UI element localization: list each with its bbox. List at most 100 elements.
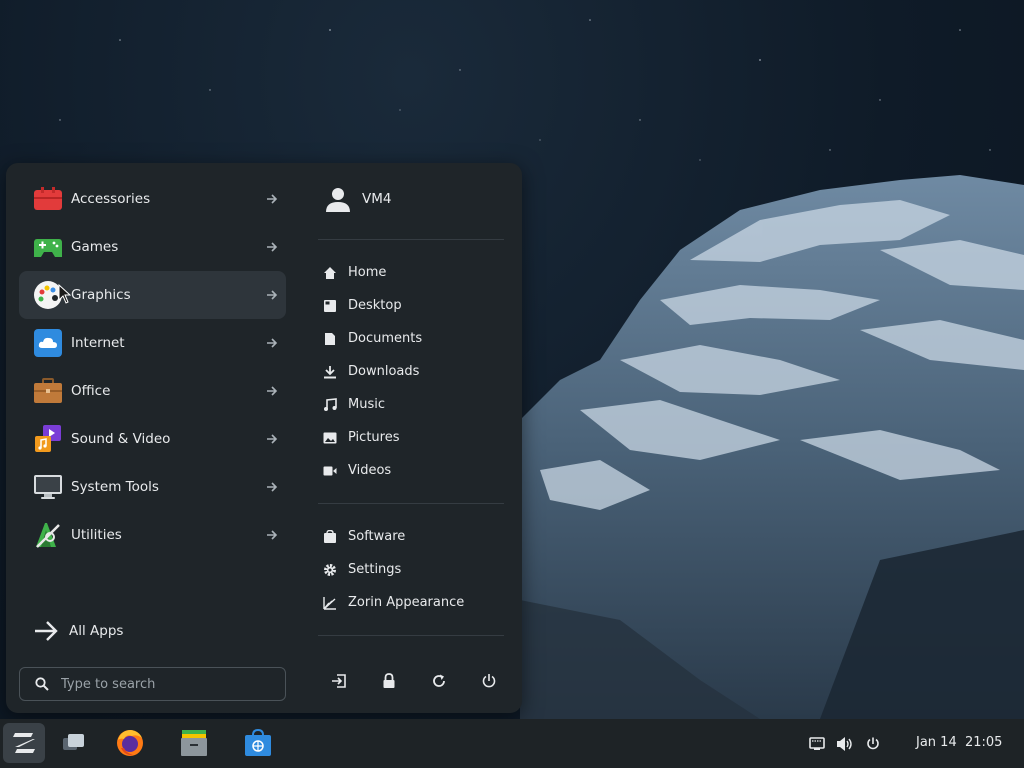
place-label: Music <box>348 397 385 412</box>
workspaces-icon <box>63 734 84 750</box>
picture-icon <box>322 430 338 446</box>
files-button[interactable] <box>177 723 211 763</box>
user-account[interactable]: VM4 <box>324 185 391 213</box>
arrow-right-icon <box>267 242 278 252</box>
volume-button[interactable] <box>836 735 854 753</box>
system-settings[interactable]: Settings <box>318 553 508 586</box>
restart-button[interactable] <box>427 669 451 693</box>
monitor-icon <box>33 472 63 502</box>
user-icon <box>326 188 350 212</box>
divider <box>318 239 504 240</box>
download-icon <box>322 364 338 380</box>
power-icon <box>867 737 879 750</box>
category-system-tools[interactable]: System Tools <box>19 463 286 511</box>
arrow-right-icon <box>267 434 278 444</box>
media-icon <box>33 424 63 454</box>
category-label: Internet <box>71 335 125 351</box>
category-label: Accessories <box>71 191 151 207</box>
shutdown-button[interactable] <box>477 669 501 693</box>
software-store-icon <box>245 729 271 756</box>
power-menu-button[interactable] <box>864 735 882 753</box>
system-label: Zorin Appearance <box>348 595 465 610</box>
place-desktop[interactable]: Desktop <box>318 289 508 322</box>
logout-icon <box>332 674 346 688</box>
gear-icon <box>322 562 338 578</box>
search-input[interactable] <box>61 676 261 692</box>
place-label: Home <box>348 265 387 280</box>
software-store-button[interactable] <box>241 723 275 763</box>
lock-icon <box>383 673 395 688</box>
divider <box>318 503 504 504</box>
category-accessories[interactable]: Accessories <box>19 175 286 223</box>
home-icon <box>322 265 338 281</box>
category-label: Office <box>71 383 111 399</box>
place-home[interactable]: Home <box>318 256 508 289</box>
arrow-right-icon <box>267 530 278 540</box>
category-label: Graphics <box>71 287 131 303</box>
place-label: Documents <box>348 331 423 346</box>
network-button[interactable] <box>808 735 826 753</box>
search-box[interactable] <box>19 667 286 701</box>
search-icon <box>35 677 49 691</box>
category-utilities[interactable]: Utilities <box>19 511 286 559</box>
music-icon <box>322 397 338 413</box>
network-icon <box>809 737 825 750</box>
volume-icon <box>837 737 852 751</box>
place-label: Pictures <box>348 430 400 445</box>
category-internet[interactable]: Internet <box>19 319 286 367</box>
place-downloads[interactable]: Downloads <box>318 355 508 388</box>
category-sound-video[interactable]: Sound & Video <box>19 415 286 463</box>
restart-icon <box>433 674 445 687</box>
place-label: Videos <box>348 463 392 478</box>
arrow-right-icon <box>267 338 278 348</box>
desktop-icon <box>322 298 338 314</box>
category-label: Utilities <box>71 527 122 543</box>
arrow-right-icon <box>267 482 278 492</box>
system-zorin-appearance[interactable]: Zorin Appearance <box>318 586 508 619</box>
workspaces-button[interactable] <box>60 723 88 763</box>
files-icon <box>181 730 207 756</box>
place-label: Desktop <box>348 298 402 313</box>
all-apps-label: All Apps <box>69 623 124 639</box>
arrow-right-icon <box>267 386 278 396</box>
place-documents[interactable]: Documents <box>318 322 508 355</box>
place-label: Downloads <box>348 364 420 379</box>
divider <box>318 635 504 636</box>
zorin-menu-icon <box>13 733 35 753</box>
system-label: Software <box>348 529 406 544</box>
system-software[interactable]: Software <box>318 520 508 553</box>
arrow-right-icon <box>267 194 278 204</box>
power-actions <box>322 669 502 693</box>
power-icon <box>482 674 496 688</box>
clock[interactable]: Jan 14 21:05 <box>916 735 1002 750</box>
cloud-icon <box>33 328 63 358</box>
system-label: Settings <box>348 562 402 577</box>
utilities-icon <box>33 520 63 550</box>
appearance-icon <box>322 595 338 611</box>
gamepad-icon <box>33 232 63 262</box>
briefcase-icon <box>33 376 63 406</box>
category-games[interactable]: Games <box>19 223 286 271</box>
document-icon <box>322 331 338 347</box>
category-label: System Tools <box>71 479 159 495</box>
all-apps-button[interactable]: All Apps <box>33 616 123 646</box>
category-label: Sound & Video <box>71 431 171 447</box>
place-music[interactable]: Music <box>318 388 508 421</box>
place-videos[interactable]: Videos <box>318 454 508 487</box>
user-name: VM4 <box>362 191 392 207</box>
mouse-cursor-icon <box>58 284 72 304</box>
clock-time: 21:05 <box>964 735 1003 750</box>
firefox-button[interactable] <box>112 723 148 763</box>
category-office[interactable]: Office <box>19 367 286 415</box>
place-pictures[interactable]: Pictures <box>318 421 508 454</box>
lock-button[interactable] <box>377 669 401 693</box>
system-list: Software Settings Zorin Appearance <box>318 520 508 619</box>
zorin-menu-button[interactable] <box>3 723 45 763</box>
logout-button[interactable] <box>327 669 351 693</box>
taskbar: Jan 14 21:05 <box>0 719 1024 768</box>
arrow-right-icon <box>267 290 278 300</box>
category-list: Accessories Games Graphics Internet Offi… <box>19 175 286 559</box>
video-icon <box>322 463 338 479</box>
software-icon <box>322 529 338 545</box>
toolbox-icon <box>33 184 63 214</box>
